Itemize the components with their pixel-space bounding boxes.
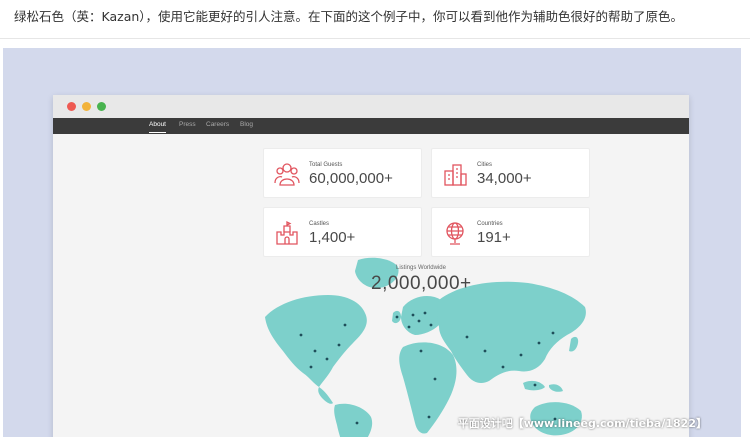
site-navbar: About Press Careers Blog bbox=[53, 118, 689, 134]
minimize-window-button[interactable] bbox=[82, 102, 91, 111]
listings-value: 2,000,000+ bbox=[371, 273, 472, 294]
maximize-window-button[interactable] bbox=[97, 102, 106, 111]
stat-label: Countries bbox=[477, 221, 503, 227]
listings-label: Listings Worldwide bbox=[396, 265, 446, 271]
castle-icon bbox=[276, 220, 298, 245]
nav-item-blog[interactable]: Blog bbox=[240, 121, 253, 128]
globe-icon bbox=[446, 222, 464, 245]
stat-label: Total Guests bbox=[309, 162, 343, 168]
close-window-button[interactable] bbox=[67, 102, 76, 111]
stat-value: 60,000,000+ bbox=[309, 170, 393, 187]
stat-value: 34,000+ bbox=[477, 170, 532, 187]
nav-item-about[interactable]: About bbox=[149, 121, 166, 133]
nav-item-careers[interactable]: Careers bbox=[206, 121, 229, 128]
guests-icon bbox=[274, 163, 300, 186]
browser-window: About Press Careers Blog Total Guests 60… bbox=[53, 95, 689, 437]
window-titlebar bbox=[53, 95, 689, 118]
city-icon bbox=[444, 164, 467, 186]
divider bbox=[0, 38, 750, 39]
article-caption: 绿松石色（英：Kazan），使用它能更好的引人注意。在下面的这个例子中，你可以看… bbox=[14, 9, 684, 24]
stat-card-countries: Countries 191+ bbox=[431, 207, 590, 257]
stat-card-cities: Cities 34,000+ bbox=[431, 148, 590, 198]
watermark: 平面设计吧【www.lineeg.com/tieba/1822】 bbox=[457, 417, 707, 430]
stat-value: 191+ bbox=[477, 229, 511, 246]
stat-card-castles: Castles 1,400+ bbox=[263, 207, 422, 257]
stat-card-guests: Total Guests 60,000,000+ bbox=[263, 148, 422, 198]
nav-item-press[interactable]: Press bbox=[179, 121, 196, 128]
stat-value: 1,400+ bbox=[309, 229, 356, 246]
screenshot-stage: About Press Careers Blog Total Guests 60… bbox=[3, 48, 741, 437]
stat-label: Castles bbox=[309, 221, 330, 227]
stat-label: Cities bbox=[477, 162, 493, 168]
